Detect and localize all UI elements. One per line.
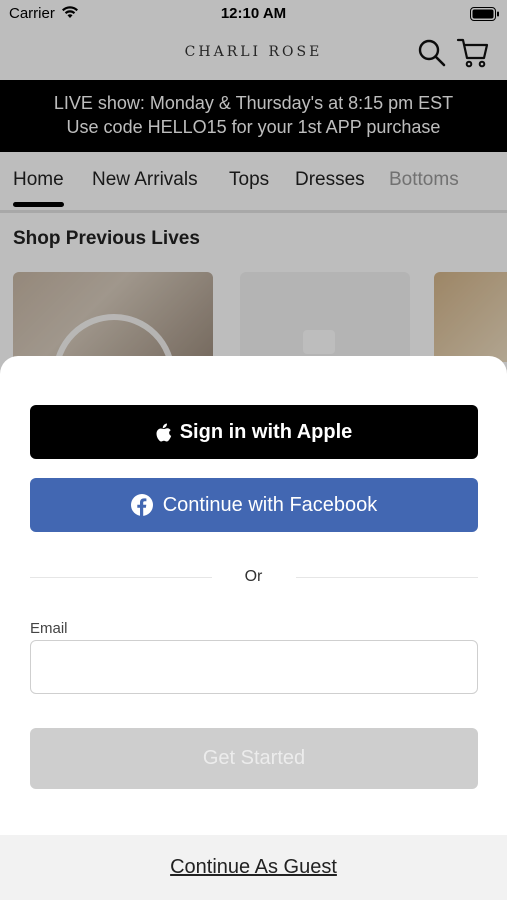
continue-as-guest-link[interactable]: Continue As Guest <box>0 856 507 879</box>
facebook-button-label: Continue with Facebook <box>162 493 378 516</box>
sign-in-sheet: Sign in with Apple Continue with Faceboo… <box>0 356 507 900</box>
email-field[interactable] <box>30 640 478 694</box>
facebook-icon <box>130 494 153 516</box>
get-started-button[interactable]: Get Started <box>30 728 478 789</box>
apple-icon <box>156 423 172 442</box>
divider-line <box>296 577 478 578</box>
get-started-label: Get Started <box>202 747 306 769</box>
sign-in-with-apple-button[interactable]: Sign in with Apple <box>30 405 478 459</box>
apple-button-label: Sign in with Apple <box>179 420 353 443</box>
email-label: Email <box>30 620 68 637</box>
guest-footer: Continue As Guest <box>0 835 507 900</box>
continue-with-facebook-button[interactable]: Continue with Facebook <box>30 478 478 532</box>
